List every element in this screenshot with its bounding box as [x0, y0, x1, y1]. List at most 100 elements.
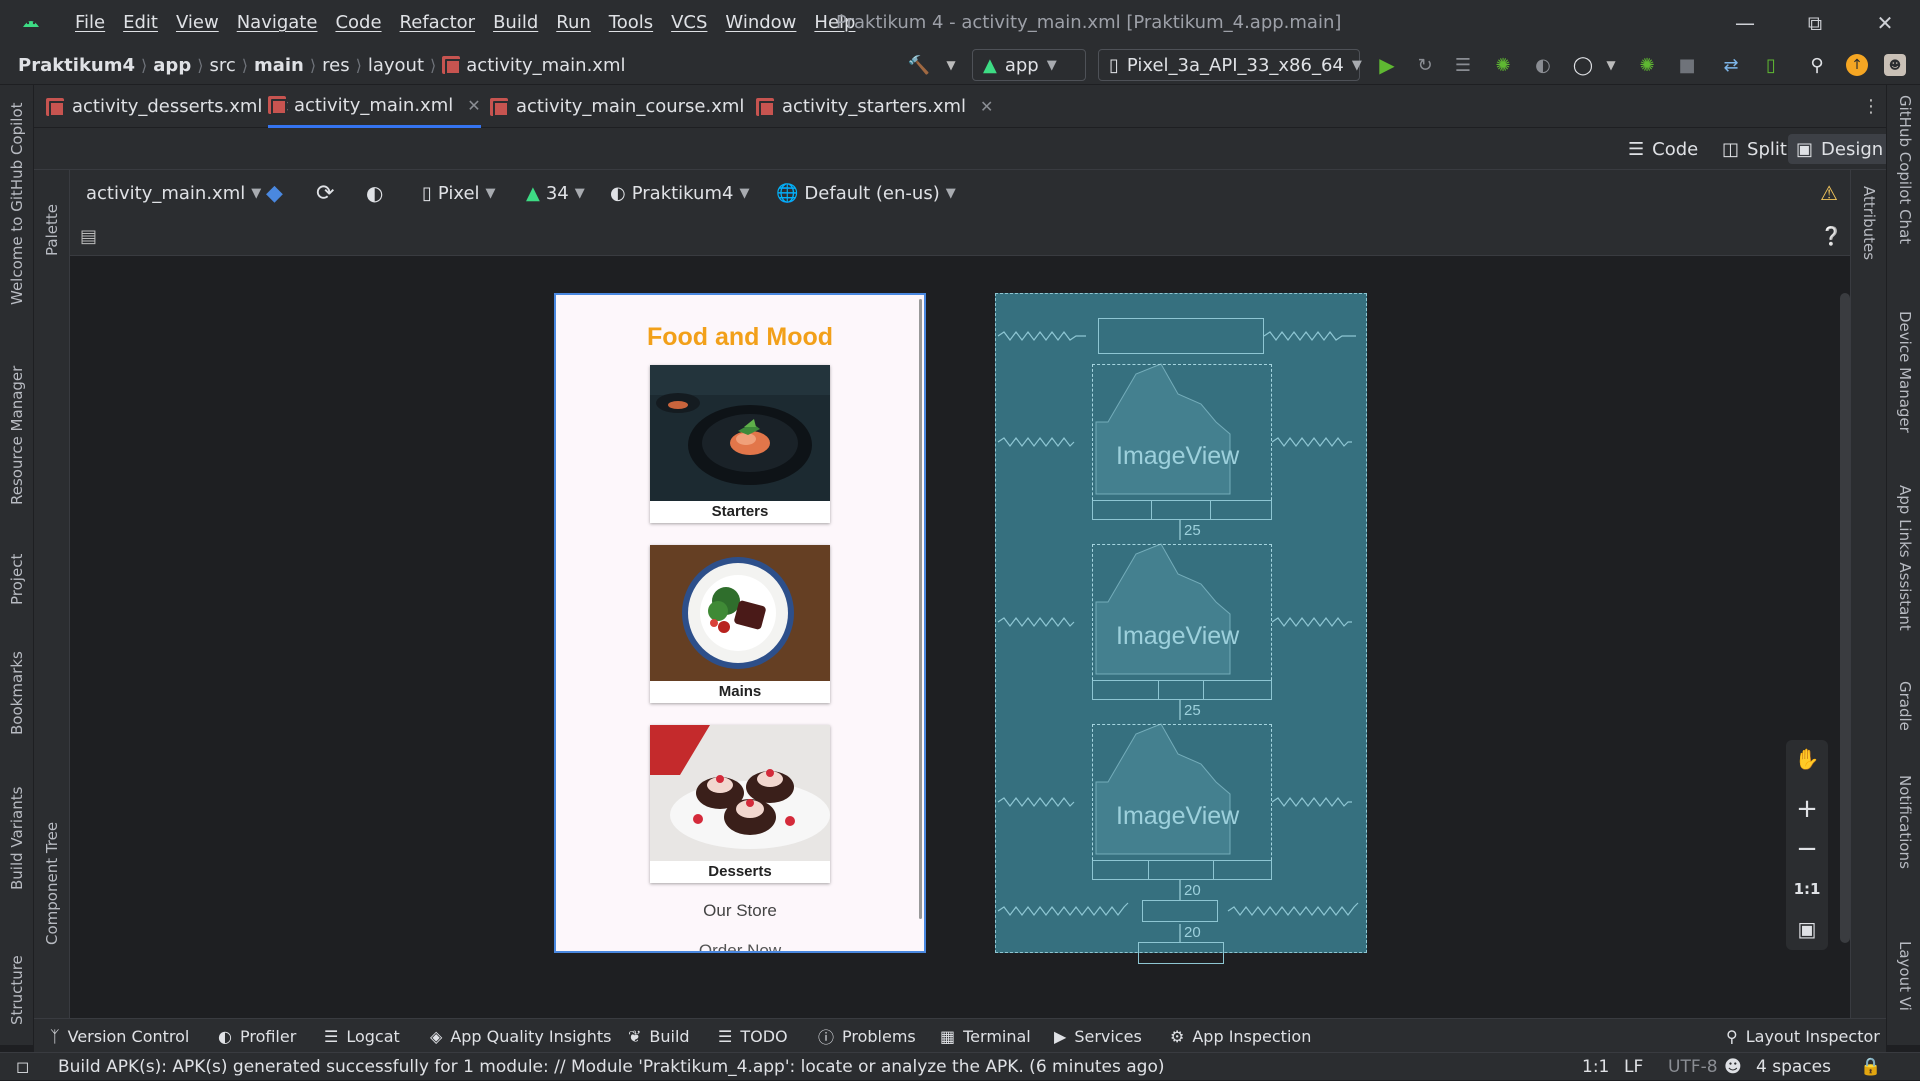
- canvas-scrollbar[interactable]: [1840, 293, 1850, 943]
- caret-position[interactable]: 1:1: [1582, 1053, 1609, 1081]
- profile-icon[interactable]: ◯: [1572, 54, 1594, 76]
- tool-project[interactable]: Project: [8, 547, 26, 605]
- line-ending[interactable]: LF: [1624, 1053, 1643, 1081]
- menu-vcs[interactable]: VCS: [662, 12, 716, 33]
- tool-profiler[interactable]: ◐ Profiler: [218, 1019, 296, 1053]
- blueprint-title-box[interactable]: [1098, 318, 1264, 354]
- tool-welcome-copilot[interactable]: Welcome to GitHub Copilot: [8, 95, 26, 305]
- breadcrumb-app[interactable]: app: [153, 55, 191, 76]
- starters-card[interactable]: Starters: [650, 365, 830, 523]
- breadcrumb-project[interactable]: Praktikum4: [18, 55, 135, 76]
- tool-structure[interactable]: Structure: [8, 945, 26, 1025]
- api-dropdown[interactable]: ▲ 34 ▼: [526, 170, 585, 216]
- tool-bookmarks[interactable]: Bookmarks: [8, 651, 26, 735]
- tool-palette[interactable]: Palette: [43, 184, 61, 256]
- menu-tools[interactable]: Tools: [600, 12, 662, 33]
- stop-icon[interactable]: ■: [1676, 54, 1698, 76]
- warning-icon[interactable]: ⚠: [1820, 170, 1838, 216]
- night-mode-icon[interactable]: ◐: [366, 170, 383, 216]
- preview-scrollbar[interactable]: [919, 299, 922, 919]
- pan-hand-icon[interactable]: ✋: [1786, 740, 1828, 778]
- blueprint-label-box[interactable]: [1148, 860, 1214, 880]
- apply-code-changes-icon[interactable]: ☰: [1452, 54, 1474, 76]
- tool-device-manager[interactable]: Device Manager: [1896, 311, 1914, 441]
- device-mirror-icon[interactable]: ▯: [1760, 54, 1782, 76]
- tool-terminal[interactable]: ▦ Terminal: [940, 1019, 1031, 1053]
- tab-activity-main[interactable]: activity_main.xml ✕: [268, 85, 481, 128]
- tool-layout-inspector[interactable]: ⚲ Layout Inspector: [1726, 1019, 1880, 1053]
- layers-icon[interactable]: ◆: [266, 170, 283, 216]
- breadcrumb-main[interactable]: main: [254, 55, 304, 76]
- zoom-in-button[interactable]: +: [1786, 790, 1828, 828]
- blueprint-view[interactable]: ImageView ImageView ImageView 25 25 20 2…: [995, 293, 1367, 964]
- tab-activity-starters[interactable]: activity_starters.xml ✕: [756, 85, 993, 128]
- menu-refactor[interactable]: Refactor: [391, 12, 485, 33]
- menu-code[interactable]: Code: [326, 12, 390, 33]
- tool-app-quality-insights[interactable]: ◈ App Quality Insights: [430, 1019, 611, 1053]
- tool-component-tree[interactable]: Component Tree: [43, 820, 61, 945]
- tool-version-control[interactable]: ᛉ Version Control: [50, 1019, 189, 1053]
- tab-activity-desserts[interactable]: activity_desserts.xml ✕: [46, 85, 290, 128]
- locale-dropdown[interactable]: 🌐 Default (en-us) ▼: [776, 170, 956, 216]
- tool-notifications[interactable]: Notifications: [1896, 775, 1914, 895]
- mains-card[interactable]: Mains: [650, 545, 830, 703]
- zoom-actual-size-button[interactable]: 1:1: [1786, 870, 1828, 908]
- blueprint-order-box[interactable]: [1138, 942, 1224, 964]
- tool-app-links-assistant[interactable]: App Links Assistant: [1896, 485, 1914, 645]
- more-run-chevron-icon[interactable]: ▼: [1600, 54, 1622, 76]
- mode-code-button[interactable]: ☰ Code: [1620, 134, 1706, 164]
- close-window-button[interactable]: ✕: [1850, 0, 1920, 45]
- orientation-icon[interactable]: ⟳: [316, 170, 334, 216]
- copilot-status-icon[interactable]: ☻: [1724, 1053, 1742, 1081]
- run-icon[interactable]: ▶: [1376, 53, 1398, 77]
- run-config-dropdown[interactable]: ▲ app ▼: [972, 49, 1086, 81]
- lock-icon[interactable]: 🔒: [1860, 1053, 1881, 1081]
- file-encoding[interactable]: UTF-8: [1668, 1053, 1718, 1081]
- close-tab-icon[interactable]: ✕: [980, 97, 993, 116]
- tool-services[interactable]: ▶ Services: [1054, 1019, 1142, 1053]
- menu-window[interactable]: Window: [716, 12, 805, 33]
- status-message[interactable]: Build APK(s): APK(s) generated successfu…: [58, 1053, 1218, 1081]
- mode-split-button[interactable]: ◫ Split: [1714, 134, 1795, 164]
- tool-attributes[interactable]: Attributes: [1860, 186, 1878, 286]
- tool-resource-manager[interactable]: Resource Manager: [8, 365, 26, 505]
- device-dropdown[interactable]: ▯ Pixel_3a_API_33_x86_64 ▼: [1098, 49, 1362, 81]
- menu-build[interactable]: Build: [484, 12, 547, 33]
- layout-file-dropdown[interactable]: activity_main.xml ▼: [86, 170, 261, 216]
- breadcrumb-res[interactable]: res: [322, 55, 349, 76]
- tool-build-variants[interactable]: Build Variants: [8, 787, 26, 890]
- tool-build[interactable]: ❦ Build: [628, 1019, 690, 1053]
- zoom-fit-icon[interactable]: ▣: [1786, 910, 1828, 948]
- breadcrumb-layout[interactable]: layout: [368, 55, 424, 76]
- more-tabs-icon[interactable]: ⋮: [1862, 85, 1880, 128]
- mode-design-button[interactable]: ▣ Design: [1788, 134, 1892, 164]
- sync-gradle-icon[interactable]: ⇄: [1720, 54, 1742, 76]
- blueprint-label-box[interactable]: [1151, 500, 1211, 520]
- theme-dropdown[interactable]: ◐ Praktikum4 ▼: [610, 170, 749, 216]
- device-dropdown-design[interactable]: ▯ Pixel ▼: [422, 170, 496, 216]
- build-hammer-icon[interactable]: 🔨: [908, 54, 930, 76]
- desserts-card[interactable]: Desserts: [650, 725, 830, 883]
- breadcrumb-file[interactable]: activity_main.xml: [466, 55, 625, 76]
- blueprint-store-box[interactable]: [1142, 900, 1218, 922]
- update-icon[interactable]: ↑: [1846, 54, 1868, 76]
- tool-copilot-chat[interactable]: GitHub Copilot Chat: [1896, 95, 1914, 285]
- tool-layout-validation[interactable]: Layout Vi: [1896, 941, 1914, 1037]
- tab-activity-main-course[interactable]: activity_main_course.xml ✕: [490, 85, 772, 128]
- tool-logcat[interactable]: ☰ Logcat: [324, 1019, 400, 1053]
- minimize-button[interactable]: —: [1710, 0, 1780, 45]
- device-frame-icon[interactable]: ▤: [80, 216, 97, 256]
- menu-view[interactable]: View: [167, 12, 228, 33]
- tool-todo[interactable]: ☰ TODO: [718, 1019, 788, 1053]
- search-icon[interactable]: ⚲: [1806, 54, 1828, 76]
- close-tab-icon[interactable]: ✕: [467, 96, 480, 115]
- coverage-icon[interactable]: ◐: [1532, 54, 1554, 76]
- build-dropdown-chevron-icon[interactable]: ▼: [940, 54, 962, 76]
- restore-button[interactable]: ⧉: [1780, 0, 1850, 45]
- menu-edit[interactable]: Edit: [114, 12, 167, 33]
- tool-problems[interactable]: ⓘ Problems: [818, 1019, 916, 1053]
- help-icon[interactable]: ❔: [1820, 216, 1842, 256]
- debug-icon[interactable]: ✺: [1492, 54, 1514, 76]
- menu-run[interactable]: Run: [547, 12, 600, 33]
- blueprint-label-box[interactable]: [1158, 680, 1204, 700]
